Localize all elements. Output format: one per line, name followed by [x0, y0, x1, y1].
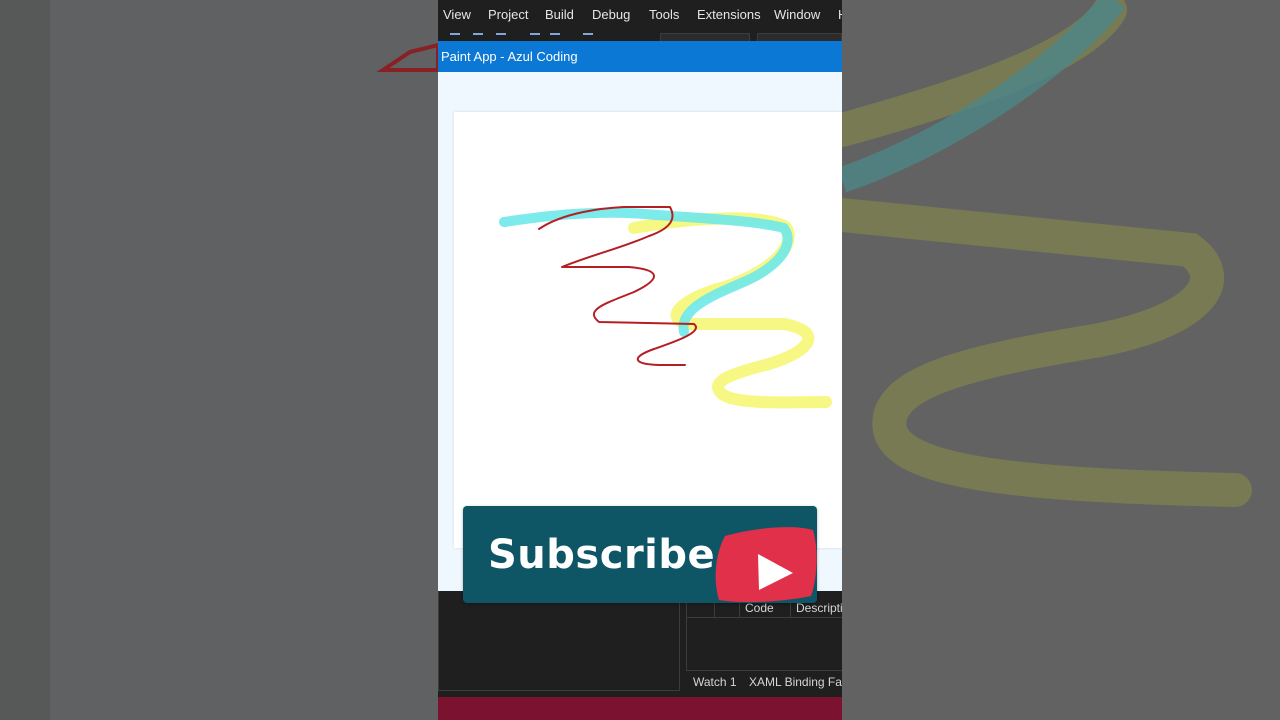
status-bar — [438, 697, 842, 720]
save-icon[interactable] — [473, 33, 483, 41]
menu-project[interactable]: Project — [488, 7, 528, 22]
column-description[interactable]: Descripti — [796, 601, 842, 615]
app-title: Paint App - Azul Coding — [441, 49, 578, 64]
play-icon — [715, 527, 817, 602]
subscribe-label: Subscribe — [488, 532, 716, 578]
subscribe-button[interactable]: Subscribe — [463, 506, 817, 603]
menu-view[interactable]: View — [443, 7, 471, 22]
tab-xaml-binding-failures[interactable]: XAML Binding Fai — [749, 675, 842, 689]
column-code[interactable]: Code — [745, 601, 774, 615]
toolbar-icon[interactable] — [450, 33, 460, 41]
drawing-canvas[interactable] — [454, 112, 842, 548]
save-all-icon[interactable] — [496, 33, 506, 41]
refresh-icon[interactable] — [583, 33, 593, 41]
ide-window: View Project Build Debug Tools Extension… — [438, 0, 842, 720]
bottom-panel: Code Descripti Watch 1 XAML Binding Fai — [438, 591, 842, 699]
yellow-stroke — [628, 212, 832, 409]
header-divider — [687, 617, 842, 618]
canvas-strokes — [499, 206, 832, 409]
red-stroke — [538, 206, 697, 366]
menu-window[interactable]: Window — [774, 7, 820, 22]
menu-help[interactable]: H — [838, 7, 842, 22]
app-titlebar[interactable]: Paint App - Azul Coding — [438, 41, 842, 72]
output-panel[interactable] — [438, 591, 680, 691]
tab-watch-1[interactable]: Watch 1 — [693, 675, 737, 689]
menu-build[interactable]: Build — [545, 7, 574, 22]
menu-debug[interactable]: Debug — [592, 7, 630, 22]
undo-icon[interactable] — [530, 33, 540, 41]
menu-bar: View Project Build Debug Tools Extension… — [438, 0, 842, 30]
menu-tools[interactable]: Tools — [649, 7, 679, 22]
menu-extensions[interactable]: Extensions — [697, 7, 761, 22]
redo-icon[interactable] — [550, 33, 560, 41]
backdrop-red-stroke — [376, 42, 440, 72]
error-list-panel[interactable]: Code Descripti — [686, 591, 842, 671]
